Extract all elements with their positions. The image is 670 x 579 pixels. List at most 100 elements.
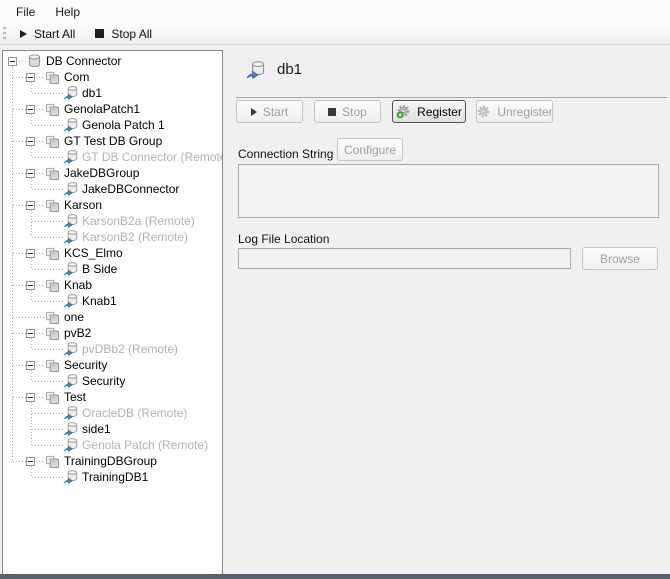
tree-item-connector[interactable]: db1 (3, 85, 222, 101)
tree-connector-line (32, 413, 63, 414)
tree-item-label: KarsonB2 (Remote) (82, 229, 188, 245)
start-button: Start (236, 100, 303, 123)
tree-guide-line (31, 258, 32, 269)
tree-connector-line (13, 77, 26, 78)
tree-expander-minus[interactable] (26, 393, 35, 402)
tree-item-connector[interactable]: TrainingDB1 (3, 469, 222, 485)
tree-connector-line (13, 285, 26, 286)
tree-expander-minus[interactable] (26, 201, 35, 210)
gear-icon (476, 104, 491, 119)
start-all-label: Start All (34, 27, 75, 41)
tree-item-connector[interactable]: side1 (3, 421, 222, 437)
start-button-label: Start (263, 105, 288, 119)
tree-item-label: KCS_Elmo (64, 245, 123, 261)
page-title: db1 (277, 61, 302, 78)
stop-button-label: Stop (342, 105, 367, 119)
tree-connector-line (13, 365, 26, 366)
toolbar: Start All Stop All (0, 23, 670, 45)
menu-file[interactable]: File (6, 2, 45, 22)
tree-connector-line (32, 477, 63, 478)
tree-guide-line (31, 210, 32, 237)
start-all-button[interactable]: Start All (12, 25, 83, 43)
tree-item-group[interactable]: GT Test DB Group (3, 133, 222, 149)
tree-expander-minus[interactable] (26, 329, 35, 338)
tree-expander-minus[interactable] (8, 57, 17, 66)
tree-item-connector[interactable]: KarsonB2 (Remote) (3, 229, 222, 245)
group-icon (45, 166, 60, 180)
tree-item-group[interactable]: GenolaPatch1 (3, 101, 222, 117)
tree-item-label: Genola Patch (Remote) (82, 437, 208, 453)
group-icon (45, 358, 60, 372)
tree-item-group[interactable]: Knab (3, 277, 222, 293)
tree-item-group[interactable]: JakeDBGroup (3, 165, 222, 181)
tree-connector-line (13, 317, 45, 318)
stop-all-button[interactable]: Stop All (87, 25, 160, 43)
stop-icon (328, 108, 336, 116)
unregister-button: Unregister (476, 100, 553, 123)
toolbar-grip-handle[interactable] (3, 27, 6, 41)
tree-item-group[interactable]: Karson (3, 197, 222, 213)
group-icon (45, 246, 60, 260)
tree-item-label: TrainingDBGroup (64, 453, 157, 469)
tree-connector-line (32, 381, 63, 382)
tree-guide-line (31, 466, 32, 477)
db-arrow-icon (63, 294, 78, 308)
tree-item-connector[interactable]: GT DB Connector (Remote) (3, 149, 222, 165)
tree-connector-line (32, 93, 63, 94)
tree-item-connector[interactable]: pvDBb2 (Remote) (3, 341, 222, 357)
tree-item-group[interactable]: Security (3, 357, 222, 373)
tree-item-label: TrainingDB1 (82, 469, 148, 485)
group-icon (45, 454, 60, 468)
tree-item-group[interactable]: TrainingDBGroup (3, 453, 222, 469)
configure-button-label: Configure (344, 143, 396, 157)
tree-item-group[interactable]: Com (3, 69, 222, 85)
tree-expander-minus[interactable] (26, 73, 35, 82)
tree-item-group[interactable]: pvB2 (3, 325, 222, 341)
db-arrow-icon (63, 230, 78, 244)
tree-item-connector[interactable]: OracleDB (Remote) (3, 405, 222, 421)
tree-item-connector[interactable]: B Side (3, 261, 222, 277)
tree-guide-line (31, 114, 32, 125)
tree-item-connector[interactable]: Genola Patch 1 (3, 117, 222, 133)
browse-button: Browse (582, 247, 658, 270)
db-arrow-icon (63, 438, 78, 452)
register-button[interactable]: Register (392, 100, 466, 123)
db-arrow-icon (63, 150, 78, 164)
stop-all-label: Stop All (111, 27, 152, 41)
menu-help[interactable]: Help (45, 2, 90, 22)
tree-item-root[interactable]: DB Connector (3, 53, 222, 69)
tree-guide-line (12, 66, 13, 461)
tree-item-group[interactable]: Test (3, 389, 222, 405)
tree-expander-minus[interactable] (26, 169, 35, 178)
log-file-location-label: Log File Location (238, 232, 329, 246)
tree-item-label: OracleDB (Remote) (82, 405, 187, 421)
db-arrow-icon (63, 406, 78, 420)
group-icon (45, 390, 60, 404)
db-arrow-icon (63, 118, 78, 132)
tree-expander-minus[interactable] (26, 105, 35, 114)
db-arrow-icon (63, 86, 78, 100)
tree-item-connector[interactable]: Security (3, 373, 222, 389)
tree-guide-line (31, 402, 32, 445)
tree-item-label: Genola Patch 1 (82, 117, 165, 133)
tree-item-connector[interactable]: Knab1 (3, 293, 222, 309)
group-icon (45, 278, 60, 292)
tree-item-label: Security (64, 357, 107, 373)
db-arrow-icon (63, 470, 78, 484)
tree-expander-minus[interactable] (26, 281, 35, 290)
tree-expander-minus[interactable] (26, 137, 35, 146)
tree-item-label: GenolaPatch1 (64, 101, 140, 117)
play-icon (251, 108, 257, 116)
tree-item-group[interactable]: one (3, 309, 222, 325)
tree-expander-minus[interactable] (26, 457, 35, 466)
tree-connector-line (36, 285, 45, 286)
tree-item-connector[interactable]: JakeDBConnector (3, 181, 222, 197)
tree-expander-minus[interactable] (26, 361, 35, 370)
tree-item-group[interactable]: KCS_Elmo (3, 245, 222, 261)
tree-expander-minus[interactable] (26, 249, 35, 258)
tree-connector-line (36, 365, 45, 366)
tree-item-connector[interactable]: KarsonB2a (Remote) (3, 213, 222, 229)
unregister-button-label: Unregister (497, 105, 552, 119)
browse-button-label: Browse (600, 252, 640, 266)
tree-item-connector[interactable]: Genola Patch (Remote) (3, 437, 222, 453)
